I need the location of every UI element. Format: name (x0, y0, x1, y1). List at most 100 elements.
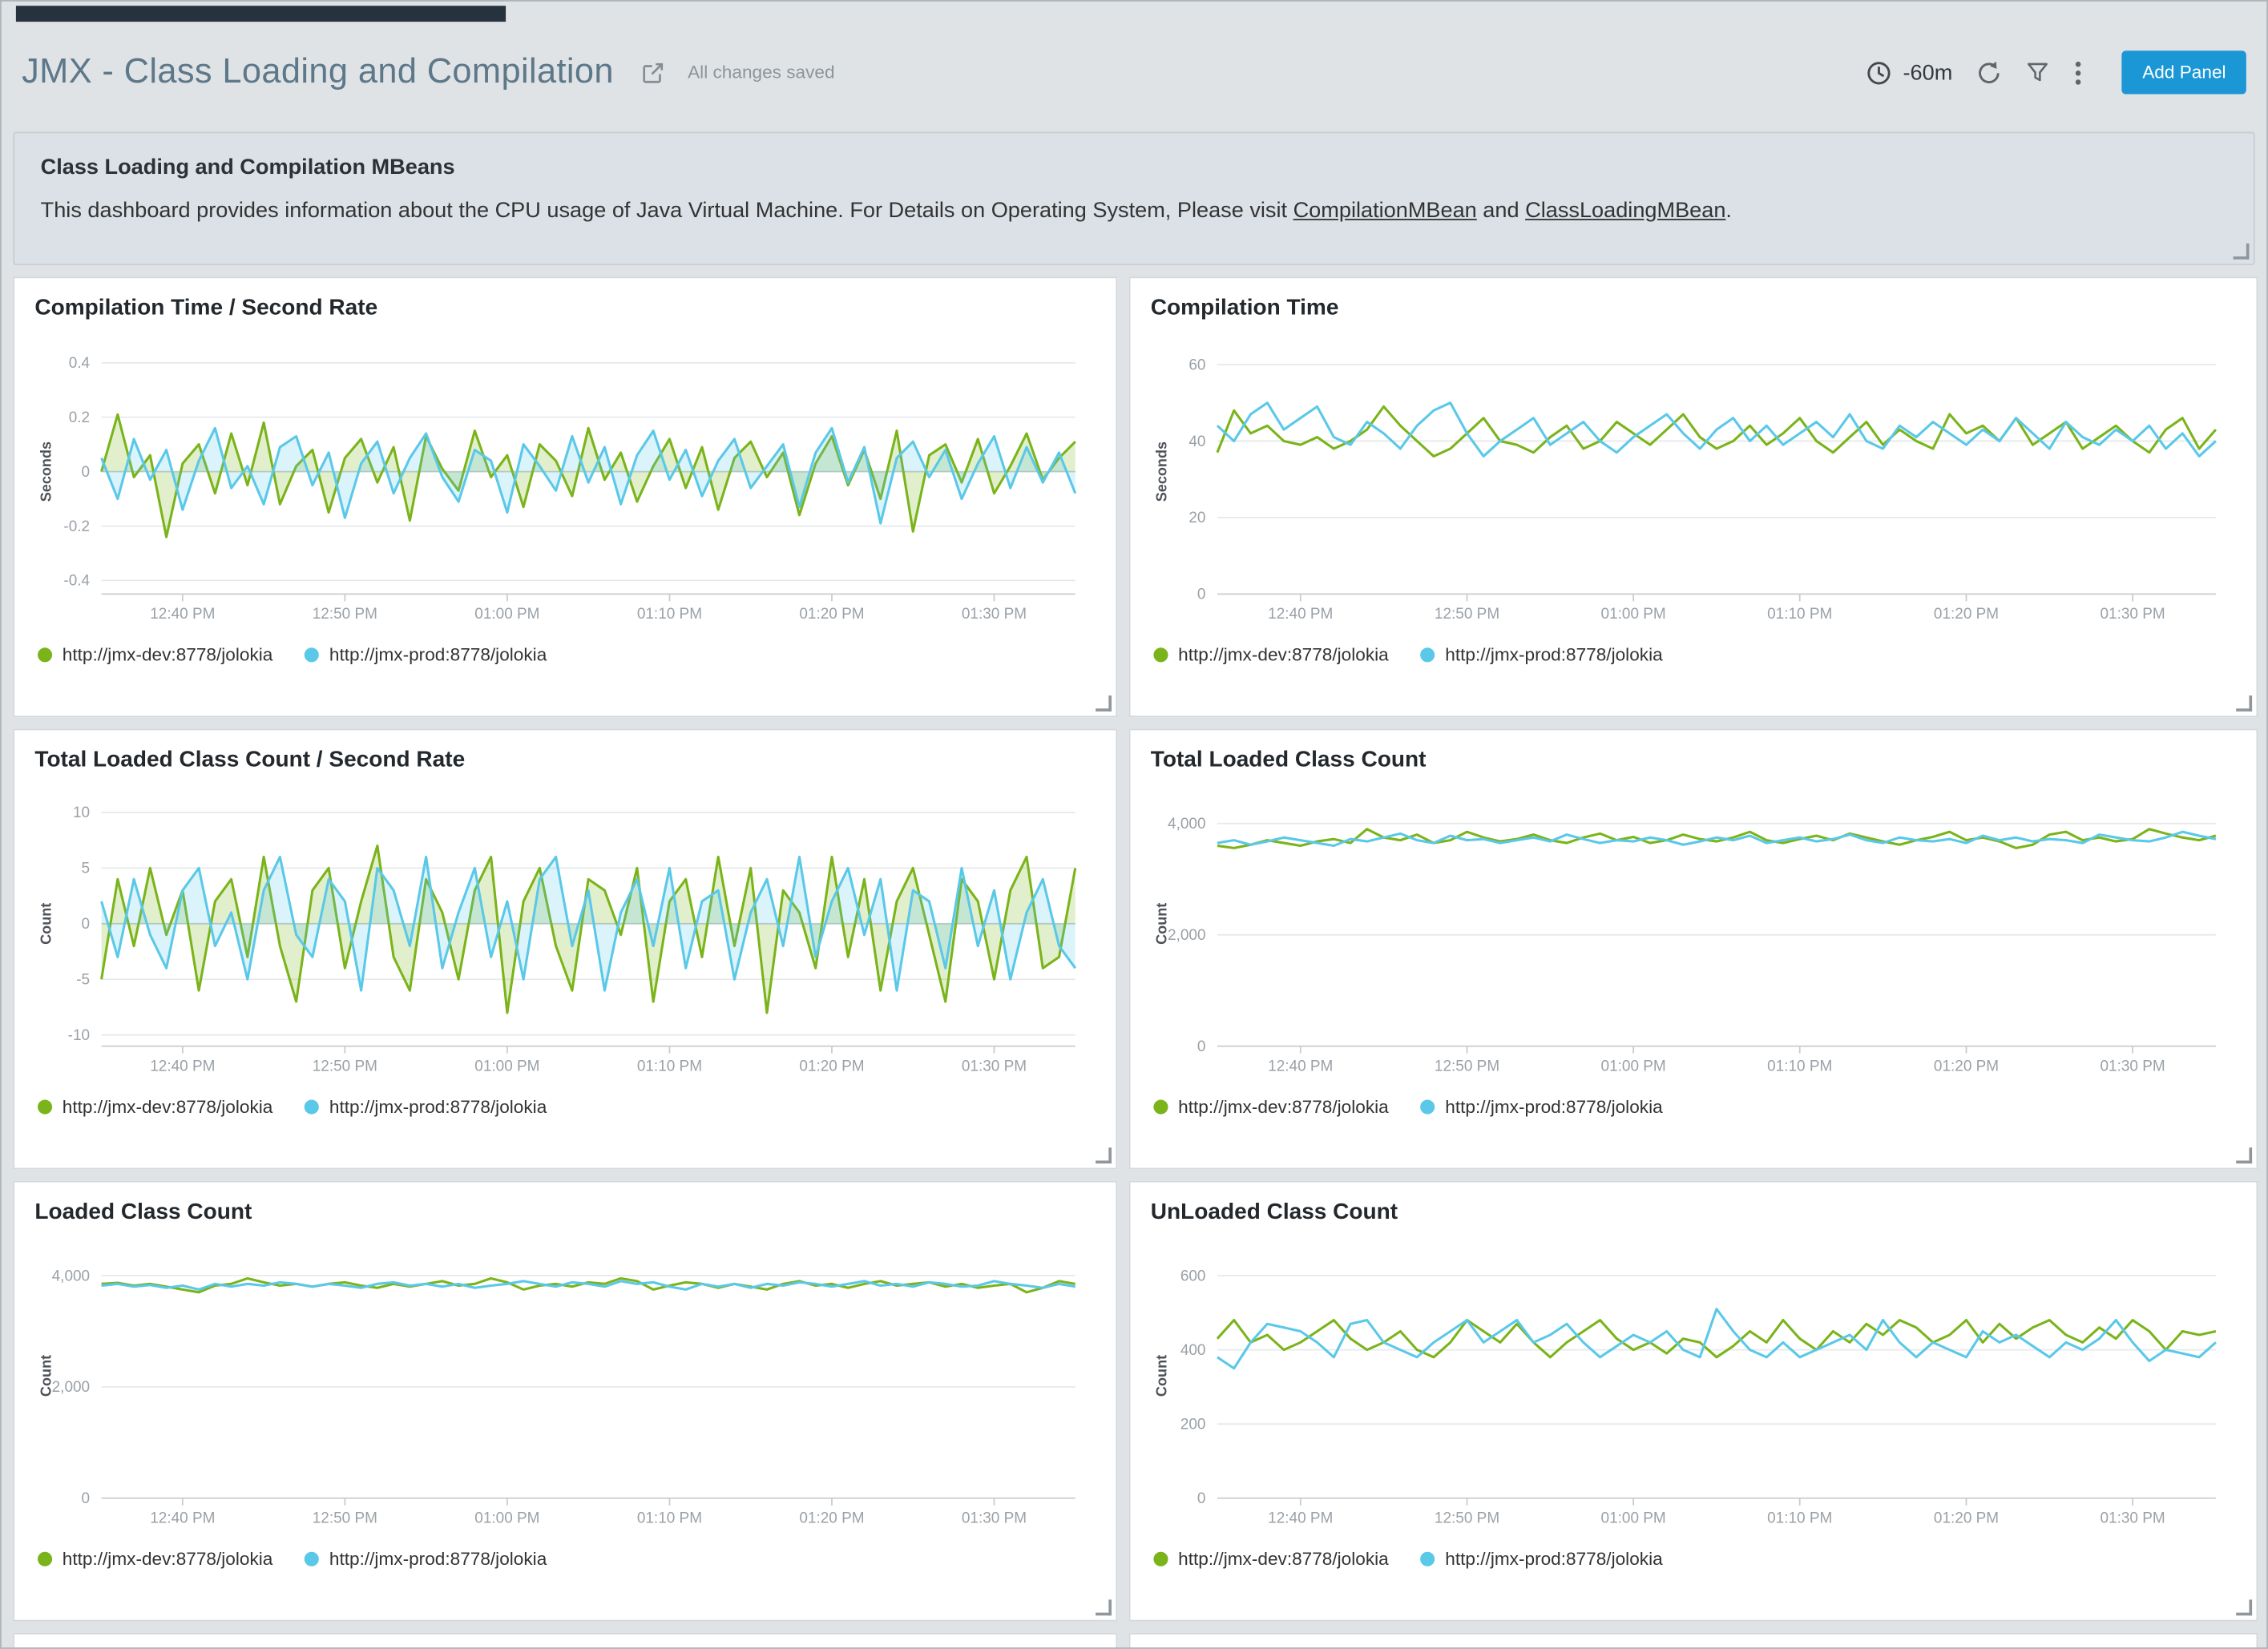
legend-item[interactable]: http://jmx-prod:8778/jolokia (305, 645, 547, 665)
svg-text:4,000: 4,000 (52, 1268, 90, 1284)
chart-panel: Compilation Time / Second Rate 0.40.20-0… (13, 276, 1117, 717)
panel-title: UnLoaded Class Count (1151, 1199, 2236, 1226)
legend-label: http://jmx-prod:8778/jolokia (329, 1549, 547, 1569)
svg-text:20: 20 (1188, 510, 1205, 526)
svg-text:40: 40 (1188, 433, 1205, 450)
chart[interactable]: 600400200012:40 PM12:50 PM01:00 PM01:10 … (1151, 1239, 2236, 1536)
svg-text:0.4: 0.4 (69, 355, 90, 372)
svg-text:12:40 PM: 12:40 PM (1268, 606, 1333, 623)
info-panel-body: This dashboard provides information abou… (41, 199, 2228, 224)
chart-legend: http://jmx-dev:8778/jolokia http://jmx-p… (34, 635, 1096, 675)
page-title: JMX - Class Loading and Compilation (22, 50, 614, 94)
chart[interactable]: 604020012:40 PM12:50 PM01:00 PM01:10 PM0… (1151, 335, 2236, 632)
legend-item[interactable]: http://jmx-dev:8778/jolokia (1153, 645, 1388, 665)
svg-text:12:40 PM: 12:40 PM (150, 606, 215, 623)
legend-item[interactable]: http://jmx-dev:8778/jolokia (38, 1097, 272, 1117)
panel-title: Compilation Time (1151, 296, 2236, 322)
chart-panel: Compilation Time 604020012:40 PM12:50 PM… (1129, 276, 2258, 717)
chart-legend: http://jmx-dev:8778/jolokia http://jmx-p… (34, 1538, 1096, 1579)
share-icon[interactable] (640, 60, 664, 85)
svg-text:01:00 PM: 01:00 PM (474, 1058, 539, 1074)
panel-title: Compilation Time / Second Rate (34, 296, 1096, 322)
svg-text:Count: Count (38, 1355, 54, 1397)
legend-item[interactable]: http://jmx-prod:8778/jolokia (305, 1097, 547, 1117)
legend-dot (38, 1552, 52, 1566)
compilation-mbean-link[interactable]: CompilationMBean (1293, 199, 1477, 224)
legend-label: http://jmx-dev:8778/jolokia (1178, 645, 1389, 665)
svg-text:0: 0 (1197, 1490, 1206, 1507)
svg-text:01:10 PM: 01:10 PM (1767, 606, 1832, 623)
chart[interactable]: 4,0002,000012:40 PM12:50 PM01:00 PM01:10… (34, 1239, 1096, 1536)
panel-resize-handle[interactable] (1096, 1147, 1112, 1163)
panel-resize-handle[interactable] (2236, 1147, 2252, 1163)
panel-resize-handle[interactable] (1096, 695, 1112, 712)
svg-text:0.2: 0.2 (69, 409, 90, 426)
svg-text:01:00 PM: 01:00 PM (1601, 1510, 1666, 1527)
chart-panel: UnLoaded Class Count 600400200012:40 PM1… (1129, 1181, 2258, 1622)
svg-text:01:30 PM: 01:30 PM (2100, 1510, 2165, 1527)
chart[interactable]: 1050-5-1012:40 PM12:50 PM01:00 PM01:10 P… (34, 787, 1096, 1084)
legend-item[interactable]: http://jmx-prod:8778/jolokia (1421, 1097, 1663, 1117)
next-row-peek (13, 1633, 2254, 1649)
legend-item[interactable]: http://jmx-dev:8778/jolokia (1153, 1549, 1388, 1569)
legend-item[interactable]: http://jmx-prod:8778/jolokia (1421, 645, 1663, 665)
cutoff-panel (13, 1633, 1117, 1649)
svg-text:2,000: 2,000 (52, 1379, 90, 1396)
legend-item[interactable]: http://jmx-dev:8778/jolokia (38, 645, 272, 665)
legend-dot (1421, 647, 1435, 662)
time-range-label[interactable]: -60m (1903, 60, 1953, 85)
legend-dot (305, 1552, 319, 1566)
legend-item[interactable]: http://jmx-prod:8778/jolokia (305, 1549, 547, 1569)
panel-title: Total Loaded Class Count (1151, 748, 2236, 774)
legend-label: http://jmx-dev:8778/jolokia (63, 1549, 273, 1569)
svg-text:-10: -10 (68, 1027, 90, 1044)
svg-text:01:20 PM: 01:20 PM (1934, 1058, 1999, 1074)
filter-icon[interactable] (2027, 61, 2050, 84)
legend-label: http://jmx-prod:8778/jolokia (329, 1097, 547, 1117)
svg-text:01:20 PM: 01:20 PM (1934, 606, 1999, 623)
panel-title: Loaded Class Count (34, 1199, 1096, 1226)
legend-dot (1153, 647, 1168, 662)
chart-panel: Total Loaded Class Count / Second Rate 1… (13, 729, 1117, 1170)
legend-label: http://jmx-prod:8778/jolokia (329, 645, 547, 665)
panel-resize-handle[interactable] (1096, 1599, 1112, 1615)
legend-item[interactable]: http://jmx-dev:8778/jolokia (1153, 1097, 1388, 1117)
chart[interactable]: 0.40.20-0.2-0.412:40 PM12:50 PM01:00 PM0… (34, 335, 1096, 632)
refresh-icon[interactable] (1977, 60, 2002, 85)
svg-text:12:50 PM: 12:50 PM (1435, 1510, 1499, 1527)
legend-dot (38, 647, 52, 662)
svg-text:12:50 PM: 12:50 PM (1435, 1058, 1499, 1074)
svg-text:2,000: 2,000 (1168, 927, 1205, 944)
legend-item[interactable]: http://jmx-dev:8778/jolokia (38, 1549, 272, 1569)
legend-item[interactable]: http://jmx-prod:8778/jolokia (1421, 1549, 1663, 1569)
kebab-menu-icon[interactable] (2074, 60, 2083, 85)
chart-panel: Total Loaded Class Count 4,0002,000012:4… (1129, 729, 2258, 1170)
legend-dot (1421, 1552, 1435, 1566)
panel-resize-handle[interactable] (2236, 695, 2252, 712)
cutoff-panel (1129, 1633, 2258, 1649)
svg-text:01:10 PM: 01:10 PM (637, 606, 702, 623)
add-panel-button[interactable]: Add Panel (2122, 50, 2246, 94)
legend-label: http://jmx-dev:8778/jolokia (1178, 1549, 1389, 1569)
legend-dot (305, 1099, 319, 1114)
dashboard-root: JMX - Class Loading and Compilation All … (0, 0, 2268, 1649)
svg-text:01:10 PM: 01:10 PM (1767, 1058, 1832, 1074)
svg-text:01:10 PM: 01:10 PM (637, 1510, 702, 1527)
legend-dot (1153, 1552, 1168, 1566)
legend-label: http://jmx-dev:8778/jolokia (63, 1097, 273, 1117)
clock-icon[interactable] (1866, 60, 1891, 85)
svg-text:-0.2: -0.2 (63, 518, 90, 535)
info-panel: Class Loading and Compilation MBeans Thi… (13, 132, 2254, 265)
classloading-mbean-link[interactable]: ClassLoadingMBean (1525, 199, 1725, 224)
svg-text:01:30 PM: 01:30 PM (962, 1510, 1027, 1527)
panel-resize-handle[interactable] (2236, 1599, 2252, 1615)
panel-resize-handle[interactable] (2234, 244, 2250, 260)
svg-text:01:00 PM: 01:00 PM (1601, 1058, 1666, 1074)
svg-text:0: 0 (1197, 587, 1206, 603)
svg-text:12:50 PM: 12:50 PM (313, 1510, 377, 1527)
svg-text:60: 60 (1188, 357, 1205, 373)
svg-text:Seconds: Seconds (1154, 441, 1170, 502)
chart[interactable]: 4,0002,000012:40 PM12:50 PM01:00 PM01:10… (1151, 787, 2236, 1084)
svg-text:-5: -5 (76, 972, 90, 989)
legend-dot (38, 1099, 52, 1114)
